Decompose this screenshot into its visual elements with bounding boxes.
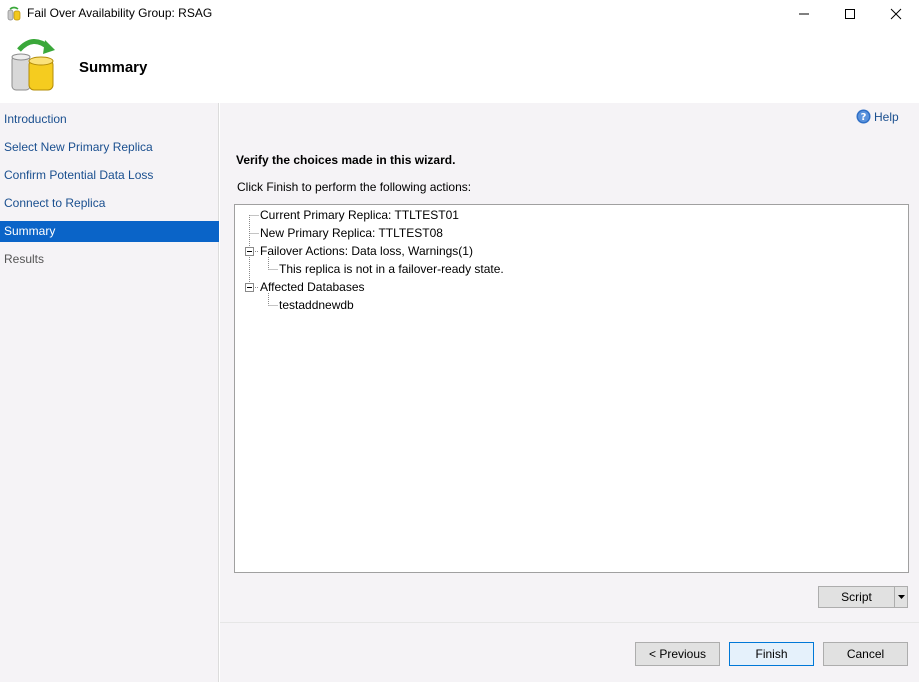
sidebar-item-results: Results [4,252,45,266]
sidebar-item-introduction[interactable]: Introduction [0,109,219,130]
script-button[interactable]: Script [818,586,908,608]
database-failover-icon [11,39,55,91]
tree-node-failover-actions: Failover Actions: Data loss, Warnings(1) [260,244,473,258]
summary-tree[interactable]: Current Primary Replica: TTLTEST01 New P… [234,204,909,573]
help-icon: ? [856,109,871,124]
tree-node-current-primary: Current Primary Replica: TTLTEST01 [260,208,459,222]
minimize-button[interactable] [781,0,827,28]
maximize-button[interactable] [827,0,873,28]
dropdown-arrow-icon[interactable] [896,590,907,604]
help-link[interactable]: ? Help [856,109,899,124]
sidebar-item-confirm-potential-data-loss[interactable]: Confirm Potential Data Loss [0,165,219,186]
wizard-main-panel: ? Help Verify the choices made in this w… [220,103,919,682]
tree-node-database: testaddnewdb [279,298,354,312]
wizard-sidebar: Introduction Select New Primary Replica … [0,103,219,682]
tree-node-affected-databases: Affected Databases [260,280,365,294]
title-bar: Fail Over Availability Group: RSAG [0,0,919,28]
wizard-header: Summary [0,28,919,103]
cancel-button[interactable]: Cancel [823,642,908,666]
instruction-text: Click Finish to perform the following ac… [237,180,472,194]
footer-divider [220,622,919,623]
page-title: Summary [79,59,148,76]
collapse-icon[interactable] [245,247,254,256]
help-label: Help [874,109,899,124]
finish-button[interactable]: Finish [729,642,814,666]
verify-heading: Verify the choices made in this wizard. [236,153,456,167]
close-icon [890,8,902,20]
close-button[interactable] [873,0,919,28]
svg-text:?: ? [861,112,867,123]
sidebar-item-connect-to-replica[interactable]: Connect to Replica [0,193,219,214]
availability-group-icon [7,6,21,21]
maximize-icon [845,9,855,19]
minimize-icon [799,13,809,15]
script-label: Script [841,590,872,604]
window-title: Fail Over Availability Group: RSAG [27,6,213,20]
sidebar-item-select-new-primary-replica[interactable]: Select New Primary Replica [0,137,219,158]
script-divider [894,587,895,607]
sidebar-item-summary[interactable]: Summary [0,221,219,242]
tree-node-failover-warning: This replica is not in a failover-ready … [279,262,504,276]
tree-node-new-primary: New Primary Replica: TTLTEST08 [260,226,443,240]
collapse-icon[interactable] [245,283,254,292]
previous-button[interactable]: < Previous [635,642,720,666]
